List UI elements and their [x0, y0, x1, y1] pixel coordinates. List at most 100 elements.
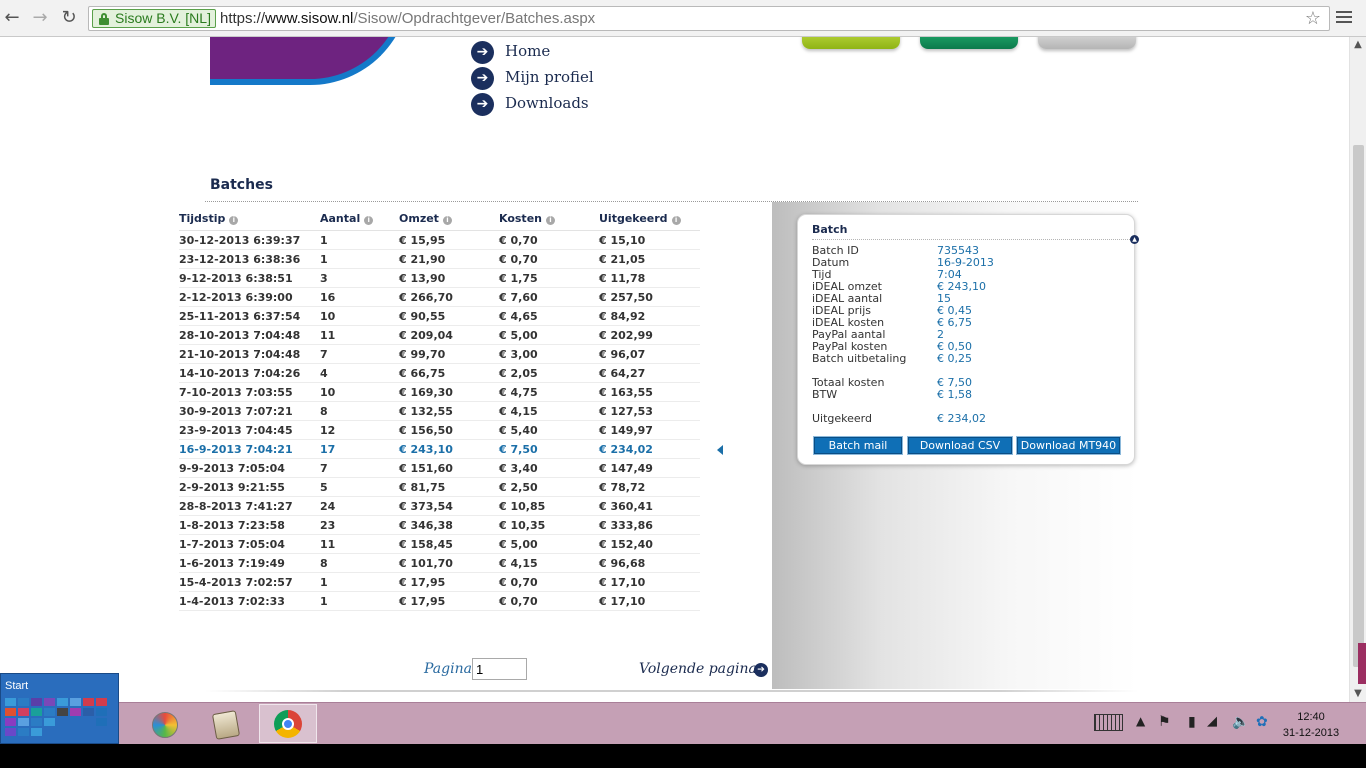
collapse-icon[interactable]: ▲: [1130, 235, 1139, 244]
table-body: 30-12-2013 6:39:37 1 € 15,95 € 0,70 € 15,10 2…: [179, 231, 700, 611]
clock-time: 12:40: [1297, 711, 1325, 723]
table-cell: € 78,72: [599, 481, 646, 494]
table-row[interactable]: 1-6-2013 7:19:49 8 € 101,70 € 4,15 € 96,68: [179, 554, 700, 573]
table-row[interactable]: 30-12-2013 6:39:37 1 € 15,95 € 0,70 € 15,10: [179, 231, 700, 250]
address-bar[interactable]: Sisow B.V. [NL] https://www.sisow.nl/Sis…: [88, 6, 1330, 31]
arrow-right-circle-icon[interactable]: ➔: [754, 663, 768, 677]
top-nav-tab-gray[interactable]: [1038, 37, 1136, 49]
table-cell: 2-12-2013 6:39:00: [179, 291, 293, 304]
column-header-kosten[interactable]: Kosten i: [499, 212, 555, 225]
table-row[interactable]: 2-9-2013 9:21:55 5 € 81,75 € 2,50 € 78,72: [179, 478, 700, 497]
arrow-right-circle-icon: ➔: [471, 41, 494, 64]
table-cell: 9-9-2013 7:05:04: [179, 462, 285, 475]
bookmark-star-icon[interactable]: ☆: [1305, 8, 1321, 29]
reload-icon[interactable]: ↻: [59, 8, 79, 28]
batch-field-label: BTW: [812, 388, 838, 401]
top-nav-tab-green-light[interactable]: [802, 37, 900, 49]
top-nav-tab-green-dark[interactable]: [920, 37, 1018, 49]
table-row[interactable]: 25-11-2013 6:37:54 10 € 90,55 € 4,65 € 84,92: [179, 307, 700, 326]
taskbar-app-icon[interactable]: [209, 709, 243, 741]
volume-icon[interactable]: 🔈: [1232, 714, 1249, 730]
secure-site-chip[interactable]: Sisow B.V. [NL]: [92, 9, 216, 28]
battery-icon[interactable]: ▮: [1188, 714, 1196, 730]
scroll-up-icon[interactable]: ▲: [1352, 39, 1364, 51]
table-row[interactable]: 2-12-2013 6:39:00 16 € 266,70 € 7,60 € 257,5…: [179, 288, 700, 307]
network-signal-icon[interactable]: ◢: [1207, 714, 1217, 729]
table-cell: € 1,75: [499, 272, 538, 285]
scroll-thumb[interactable]: [1353, 145, 1364, 667]
table-row[interactable]: 1-7-2013 7:05:04 11 € 158,45 € 5,00 € 152,40: [179, 535, 700, 554]
table-row[interactable]: 14-10-2013 7:04:26 4 € 66,75 € 2,05 € 64,27: [179, 364, 700, 383]
table-cell: € 4,75: [499, 386, 538, 399]
table-row[interactable]: 16-9-2013 7:04:21 17 € 243,10 € 7,50 € 234,0…: [179, 440, 700, 459]
taskbar-clock[interactable]: 12:40 31-12-2013: [1276, 709, 1346, 741]
column-header-aantal[interactable]: Aantal i: [320, 212, 374, 225]
table-row[interactable]: 15-4-2013 7:02:57 1 € 17,95 € 0,70 € 17,10: [179, 573, 700, 592]
table-cell: € 333,86: [599, 519, 653, 532]
table-cell: € 17,10: [599, 595, 646, 608]
info-icon[interactable]: i: [546, 216, 555, 225]
next-page-link[interactable]: Volgende pagina: [639, 661, 757, 677]
taskbar-chrome-button[interactable]: [259, 704, 317, 743]
table-row[interactable]: 23-12-2013 6:38:36 1 € 21,90 € 0,70 € 21,05: [179, 250, 700, 269]
table-row[interactable]: 28-10-2013 7:04:48 11 € 209,04 € 5,00 € 202,…: [179, 326, 700, 345]
page-viewport: ➔ Home ➔ Mijn profiel ➔ Downloads Batche…: [0, 37, 1349, 702]
column-header-omzet[interactable]: Omzet i: [399, 212, 452, 225]
column-header-tijdstip[interactable]: Tijdstip i: [179, 212, 239, 225]
scroll-down-icon[interactable]: ▼: [1352, 688, 1364, 700]
info-icon[interactable]: i: [442, 216, 452, 225]
table-cell: € 17,10: [599, 576, 646, 589]
table-cell: € 66,75: [399, 367, 446, 380]
table-row[interactable]: 1-4-2013 7:02:33 1 € 17,95 € 0,70 € 17,10: [179, 592, 700, 611]
app-tray-icon[interactable]: ✿: [1256, 714, 1268, 730]
window-edge: [1358, 643, 1366, 684]
table-cell: 28-8-2013 7:41:27: [179, 500, 293, 513]
forward-icon[interactable]: →: [30, 8, 50, 28]
page-number-input[interactable]: [472, 658, 527, 680]
batch-field-label: Uitgekeerd: [812, 412, 872, 425]
chrome-icon: [274, 710, 302, 738]
table-cell: € 3,00: [499, 348, 538, 361]
table-cell: € 0,70: [499, 234, 538, 247]
table-cell: € 13,90: [399, 272, 446, 285]
download-csv-button[interactable]: Download CSV: [907, 436, 1013, 455]
table-row[interactable]: 21-10-2013 7:04:48 7 € 99,70 € 3,00 € 96,07: [179, 345, 700, 364]
url-text[interactable]: https://www.sisow.nl/Sisow/Opdrachtgever…: [220, 10, 595, 27]
info-icon[interactable]: i: [229, 216, 239, 225]
info-icon[interactable]: i: [671, 216, 681, 225]
page-title: Batches: [210, 177, 273, 193]
batch-field-value: € 234,02: [937, 412, 986, 425]
table-cell: 1: [320, 253, 328, 266]
table-row[interactable]: 28-8-2013 7:41:27 24 € 373,54 € 10,85 € 360,…: [179, 497, 700, 516]
vertical-scrollbar[interactable]: ▲ ▼: [1349, 37, 1366, 702]
touch-keyboard-icon[interactable]: [1094, 714, 1123, 731]
action-center-flag-icon[interactable]: ⚑: [1158, 714, 1171, 730]
taskbar-app-icon[interactable]: [148, 709, 182, 741]
table-cell: 1: [320, 234, 328, 247]
site-logo[interactable]: [210, 37, 410, 85]
info-icon[interactable]: i: [364, 216, 374, 225]
table-row[interactable]: 9-9-2013 7:05:04 7 € 151,60 € 3,40 € 147,49: [179, 459, 700, 478]
table-row[interactable]: 23-9-2013 7:04:45 12 € 156,50 € 5,40 € 149,9…: [179, 421, 700, 440]
chrome-menu-icon[interactable]: [1335, 8, 1353, 26]
download-mt940-button[interactable]: Download MT940: [1016, 436, 1121, 455]
table-cell: € 15,10: [599, 234, 646, 247]
column-header-uitgekeerd[interactable]: Uitgekeerd i: [599, 212, 681, 225]
start-button[interactable]: Start: [0, 673, 119, 744]
table-cell: 4: [320, 367, 328, 380]
table-cell: € 152,40: [599, 538, 653, 551]
table-row[interactable]: 7-10-2013 7:03:55 10 € 169,30 € 4,75 € 163,5…: [179, 383, 700, 402]
table-cell: 25-11-2013 6:37:54: [179, 310, 301, 323]
table-cell: 11: [320, 329, 336, 342]
table-row[interactable]: 9-12-2013 6:38:51 3 € 13,90 € 1,75 € 11,78: [179, 269, 700, 288]
table-cell: 12: [320, 424, 336, 437]
batch-mail-button[interactable]: Batch mail: [813, 436, 903, 455]
table-cell: 16-9-2013 7:04:21: [179, 443, 293, 456]
back-icon[interactable]: ←: [2, 8, 22, 28]
table-row[interactable]: 30-9-2013 7:07:21 8 € 132,55 € 4,15 € 127,53: [179, 402, 700, 421]
show-hidden-icons-icon[interactable]: ▲: [1136, 714, 1145, 728]
table-cell: 7: [320, 348, 328, 361]
table-row[interactable]: 1-8-2013 7:23:58 23 € 346,38 € 10,35 € 333,8…: [179, 516, 700, 535]
table-cell: € 156,50: [399, 424, 453, 437]
lock-icon: [99, 13, 109, 25]
